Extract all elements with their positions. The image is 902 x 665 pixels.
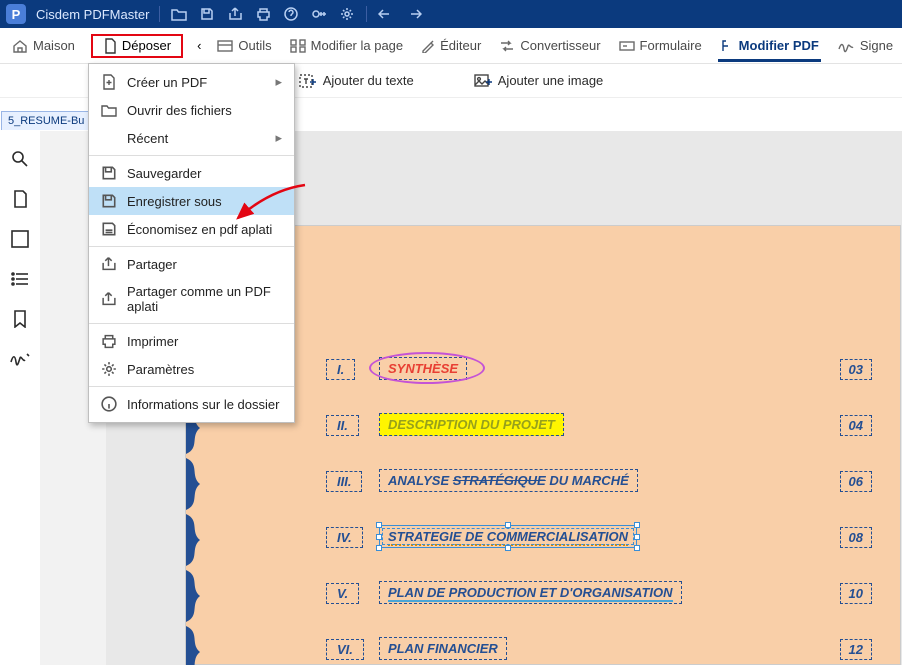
toc-num[interactable]: III. [326,471,362,492]
main-toolbar: Maison Déposer ‹ Outils Modifier la page… [0,28,902,64]
menu-open[interactable]: Ouvrir des fichiers [89,96,294,124]
title-bar: P Cisdem PDFMaster [0,0,902,28]
share-icon[interactable] [226,5,244,23]
tab-home[interactable]: Maison [10,38,77,53]
toc-page[interactable]: 03 [840,359,872,380]
toc-num[interactable]: V. [326,583,359,604]
outline-icon[interactable] [10,269,30,289]
add-image-button[interactable]: Ajouter une image [474,73,604,89]
chevron-left-icon[interactable]: ‹ [197,38,201,53]
help-icon[interactable] [282,5,300,23]
bookmark-icon[interactable] [10,309,30,329]
add-text-button[interactable]: Ajouter du texte [299,73,414,89]
app-name: Cisdem PDFMaster [36,7,149,22]
page-icon[interactable] [10,189,30,209]
open-icon[interactable] [170,5,188,23]
key-icon[interactable] [310,5,328,23]
toc-title[interactable]: DESCRIPTION DU PROJET [379,413,564,436]
gear-icon[interactable] [338,5,356,23]
toc-title[interactable]: PLAN DE PRODUCTION ET D'ORGANISATION [379,581,682,604]
undo-icon[interactable] [377,5,395,23]
toc-page[interactable]: 12 [840,639,872,660]
menu-create-pdf[interactable]: Créer un PDF [89,68,294,96]
tab-convertisseur[interactable]: Convertisseur [497,38,602,53]
menu-share-flat[interactable]: Partager comme un PDF aplati [89,278,294,320]
toc-page[interactable]: 10 [840,583,872,604]
search-icon[interactable] [10,149,30,169]
toc-page[interactable]: 08 [840,527,872,548]
left-sidebar [0,131,40,665]
tab-signe[interactable]: Signe [835,38,895,53]
menu-settings[interactable]: Paramètres [89,355,294,383]
toc-num[interactable]: VI. [326,639,364,660]
annotation-arrow [230,180,310,230]
signature-icon[interactable] [10,349,30,369]
print-icon[interactable] [254,5,272,23]
toc-title[interactable]: ANALYSE STRATÉGIQUE DU MARCHÉ [379,469,638,492]
annotation-oval [369,352,485,384]
tab-outils[interactable]: Outils [215,38,273,53]
menu-info[interactable]: Informations sur le dossier [89,390,294,418]
text-tool-icon[interactable] [10,229,30,249]
document-tab[interactable]: 5_RESUME-Bu [1,111,91,130]
toc-num[interactable]: II. [326,415,359,436]
tab-formulaire[interactable]: Formulaire [617,38,704,53]
app-logo: P [6,4,26,24]
deposer-menu: Créer un PDF Ouvrir des fichiers Récent … [88,63,295,423]
redo-icon[interactable] [405,5,423,23]
menu-recent[interactable]: Récent [89,124,294,152]
save-icon[interactable] [198,5,216,23]
tab-deposer[interactable]: Déposer [91,34,183,58]
toc-num[interactable]: IV. [326,527,363,548]
tab-modifier-pdf[interactable]: Modifier PDF [718,38,821,53]
toc-page[interactable]: 04 [840,415,872,436]
toc-title-selected[interactable]: STRATEGIE DE COMMERCIALISATION [379,525,637,548]
menu-print[interactable]: Imprimer [89,327,294,355]
tab-editeur[interactable]: Éditeur [419,38,483,53]
toc-page[interactable]: 06 [840,471,872,492]
toc-num[interactable]: I. [326,359,355,380]
toc-title[interactable]: PLAN FINANCIER [379,637,507,660]
tab-modifier-page[interactable]: Modifier la page [288,38,406,53]
menu-share[interactable]: Partager [89,250,294,278]
